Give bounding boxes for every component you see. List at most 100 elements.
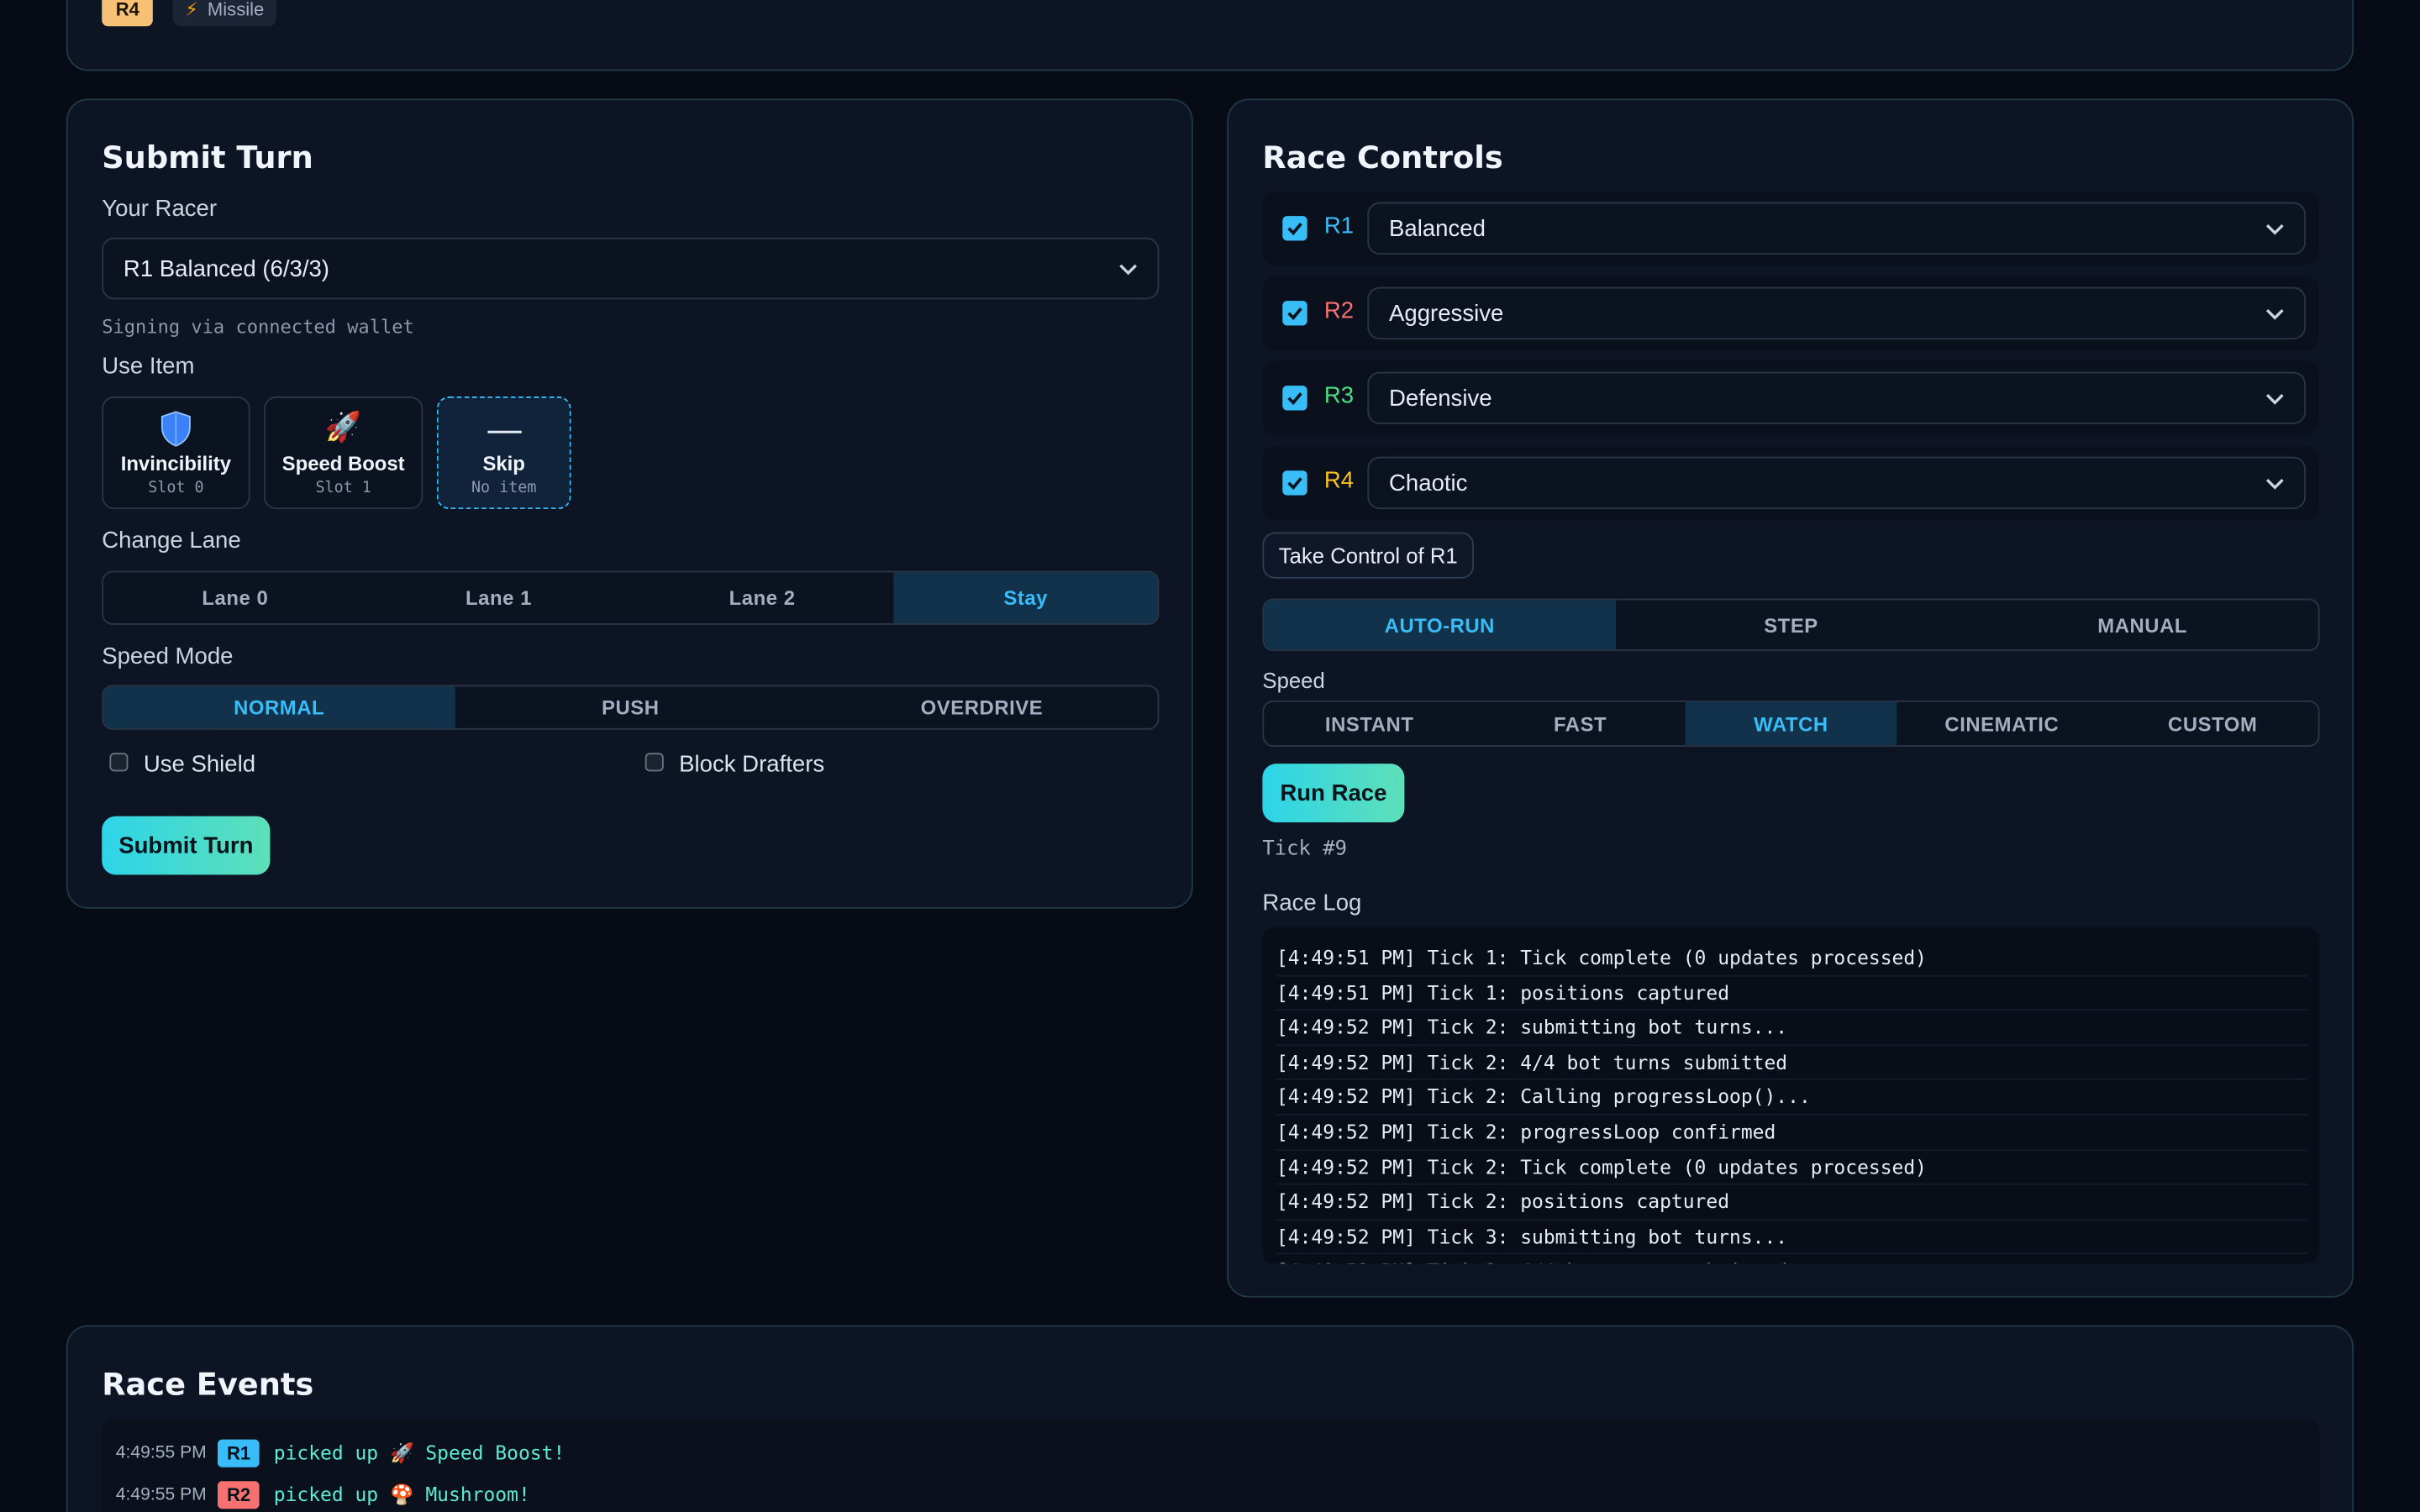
change-lane-label: Change Lane bbox=[102, 528, 241, 554]
racer-row-r3: R3 Defensive bbox=[1262, 360, 2318, 435]
dash-icon bbox=[439, 411, 570, 448]
lane-option-0[interactable]: Lane 0 bbox=[103, 572, 367, 623]
log-line: [4:49:51 PM] Tick 1: positions captured bbox=[1276, 976, 2307, 1011]
event-row: 4:49:55 PM R2 picked up 🍄 Mushroom! bbox=[116, 1478, 530, 1512]
racer-id: R1 bbox=[1323, 213, 1355, 239]
use-shield-checkbox[interactable] bbox=[109, 753, 129, 772]
speed-label: Speed bbox=[1262, 668, 1325, 693]
item-pill: ⚡ Missile bbox=[172, 0, 276, 27]
racer-items-panel: R4 ⚡ Missile bbox=[66, 0, 2354, 71]
race-controls-panel: Race Controls R1 Balanced R2 Aggressive … bbox=[1227, 98, 2354, 1298]
event-racer-badge: R2 bbox=[217, 1481, 260, 1509]
speed-mode-overdrive[interactable]: OVERDRIVE bbox=[806, 686, 1157, 728]
speed-custom[interactable]: CUSTOM bbox=[2107, 702, 2318, 745]
log-line: [4:49:52 PM] Tick 2: Calling progressLoo… bbox=[1276, 1080, 2307, 1116]
strategy-value: Aggressive bbox=[1389, 300, 1504, 327]
race-speed-selector: INSTANT FAST WATCH CINEMATIC CUSTOM bbox=[1262, 700, 2320, 747]
log-line: [4:49:52 PM] Tick 2: positions captured bbox=[1276, 1185, 2307, 1221]
event-racer-badge: R1 bbox=[217, 1439, 260, 1467]
racer-r4-strategy-select[interactable]: Chaotic bbox=[1367, 456, 2307, 510]
lane-option-stay[interactable]: Stay bbox=[893, 572, 1158, 624]
item-name: Speed Boost bbox=[281, 452, 405, 475]
item-card-invincibility[interactable]: Invincibility Slot 0 bbox=[102, 396, 250, 510]
race-log-label: Race Log bbox=[1262, 890, 1362, 916]
log-line: [4:49:52 PM] Tick 3: submitting bot turn… bbox=[1276, 1220, 2307, 1255]
block-drafters-label: Block Drafters bbox=[679, 751, 825, 778]
lane-option-1[interactable]: Lane 1 bbox=[367, 572, 631, 623]
strategy-value: Chaotic bbox=[1389, 470, 1468, 496]
racer-select-label: Your Racer bbox=[102, 196, 218, 223]
racer-r1-strategy-select[interactable]: Balanced bbox=[1367, 202, 2307, 255]
item-name: Skip bbox=[482, 452, 525, 475]
strategy-value: Defensive bbox=[1389, 385, 1492, 412]
take-control-button[interactable]: Take Control of R1 bbox=[1262, 532, 1475, 579]
chevron-down-icon bbox=[1119, 264, 1137, 276]
signing-hint: Signing via connected wallet bbox=[102, 316, 414, 339]
run-mode-manual[interactable]: MANUAL bbox=[1967, 600, 2318, 649]
speed-fast[interactable]: FAST bbox=[1475, 702, 1686, 745]
submit-turn-button[interactable]: Submit Turn bbox=[102, 816, 271, 875]
event-text: picked up 🚀 Speed Boost! bbox=[273, 1441, 566, 1465]
lightning-icon: ⚡ bbox=[185, 0, 198, 20]
log-line: [4:49:52 PM] Tick 2: progressLoop confir… bbox=[1276, 1116, 2307, 1151]
event-text: picked up 🍄 Mushroom! bbox=[273, 1483, 530, 1506]
racer-r3-checkbox[interactable] bbox=[1282, 386, 1307, 411]
race-events-title: Race Events bbox=[102, 1365, 314, 1403]
run-mode-step[interactable]: STEP bbox=[1615, 600, 1966, 649]
event-time: 4:49:55 PM bbox=[115, 1485, 207, 1504]
racer-select-value: R1 Balanced (6/3/3) bbox=[123, 255, 329, 282]
race-events-panel: Race Events 4:49:55 PM R1 picked up 🚀 Sp… bbox=[66, 1325, 2354, 1512]
item-slot: Slot 1 bbox=[315, 480, 371, 497]
run-mode-auto-run[interactable]: AUTO-RUN bbox=[1264, 600, 1616, 650]
lane-option-2[interactable]: Lane 2 bbox=[630, 572, 894, 623]
racer-r1-checkbox[interactable] bbox=[1282, 216, 1307, 241]
racer-id: R3 bbox=[1323, 382, 1355, 409]
speed-mode-normal[interactable]: NORMAL bbox=[103, 686, 455, 728]
log-line: [4:49:51 PM] Tick 1: Tick complete (0 up… bbox=[1276, 941, 2307, 976]
log-line: [4:49:52 PM] Tick 2: 4/4 bot turns submi… bbox=[1276, 1046, 2307, 1081]
racer-r2-checkbox[interactable] bbox=[1282, 301, 1307, 326]
chevron-down-icon bbox=[2265, 309, 2284, 320]
item-label: Missile bbox=[207, 0, 265, 20]
racer-row-r2: R2 Aggressive bbox=[1262, 276, 2318, 350]
run-race-button[interactable]: Run Race bbox=[1262, 764, 1405, 822]
log-line: [4:49:52 PM] Tick 2: submitting bot turn… bbox=[1276, 1011, 2307, 1046]
speed-watch[interactable]: WATCH bbox=[1686, 701, 1897, 746]
speed-cinematic[interactable]: CINEMATIC bbox=[1897, 702, 2107, 745]
block-drafters-checkbox[interactable] bbox=[644, 753, 664, 772]
event-time: 4:49:55 PM bbox=[115, 1444, 207, 1463]
strategy-value: Balanced bbox=[1389, 215, 1486, 242]
speed-mode-push[interactable]: PUSH bbox=[455, 686, 806, 728]
racer-r2-strategy-select[interactable]: Aggressive bbox=[1367, 286, 2307, 340]
chevron-down-icon bbox=[2265, 479, 2284, 490]
speed-mode-selector: NORMAL PUSH OVERDRIVE bbox=[102, 685, 1160, 730]
item-slot: Slot 0 bbox=[148, 480, 204, 497]
use-item-label: Use Item bbox=[102, 353, 195, 380]
racer-select[interactable]: R1 Balanced (6/3/3) bbox=[102, 237, 1160, 300]
submit-turn-panel: Submit Turn Your Racer R1 Balanced (6/3/… bbox=[66, 98, 1193, 909]
submit-turn-title: Submit Turn bbox=[102, 139, 313, 176]
lane-selector: Lane 0 Lane 1 Lane 2 Stay bbox=[102, 570, 1160, 625]
run-mode-selector: AUTO-RUN STEP MANUAL bbox=[1262, 598, 2320, 652]
item-name: Invincibility bbox=[120, 452, 232, 475]
log-line: [4:49:52 PM] Tick 2: Tick complete (0 up… bbox=[1276, 1150, 2307, 1185]
use-shield-label: Use Shield bbox=[143, 751, 256, 778]
rocket-icon: 🚀 bbox=[324, 412, 362, 444]
racer-r4-checkbox[interactable] bbox=[1282, 470, 1307, 496]
event-row: 4:49:55 PM R1 picked up 🚀 Speed Boost! bbox=[116, 1436, 565, 1470]
racer-row-r4: R4 Chaotic bbox=[1262, 445, 2318, 520]
item-slot: No item bbox=[471, 480, 537, 497]
race-events-list[interactable]: 4:49:55 PM R1 picked up 🚀 Speed Boost! 4… bbox=[102, 1419, 2320, 1512]
speed-mode-label: Speed Mode bbox=[102, 643, 234, 670]
race-log[interactable]: [4:49:51 PM] Tick 1: Tick complete (0 up… bbox=[1262, 927, 2320, 1264]
race-controls-title: Race Controls bbox=[1262, 139, 1503, 176]
item-card-speed-boost[interactable]: 🚀 Speed Boost Slot 1 bbox=[264, 396, 424, 510]
chevron-down-icon bbox=[2265, 394, 2284, 405]
speed-instant[interactable]: INSTANT bbox=[1264, 702, 1475, 745]
item-card-skip[interactable]: Skip No item bbox=[436, 396, 571, 510]
racer-id: R4 bbox=[1323, 467, 1355, 494]
log-line: [4:49:52 PM] Tick 3: 4/4 bot turns submi… bbox=[1276, 1255, 2307, 1263]
racer-r3-strategy-select[interactable]: Defensive bbox=[1367, 371, 2307, 425]
racer-row-r1: R1 Balanced bbox=[1262, 191, 2318, 265]
shield-icon bbox=[103, 411, 249, 448]
